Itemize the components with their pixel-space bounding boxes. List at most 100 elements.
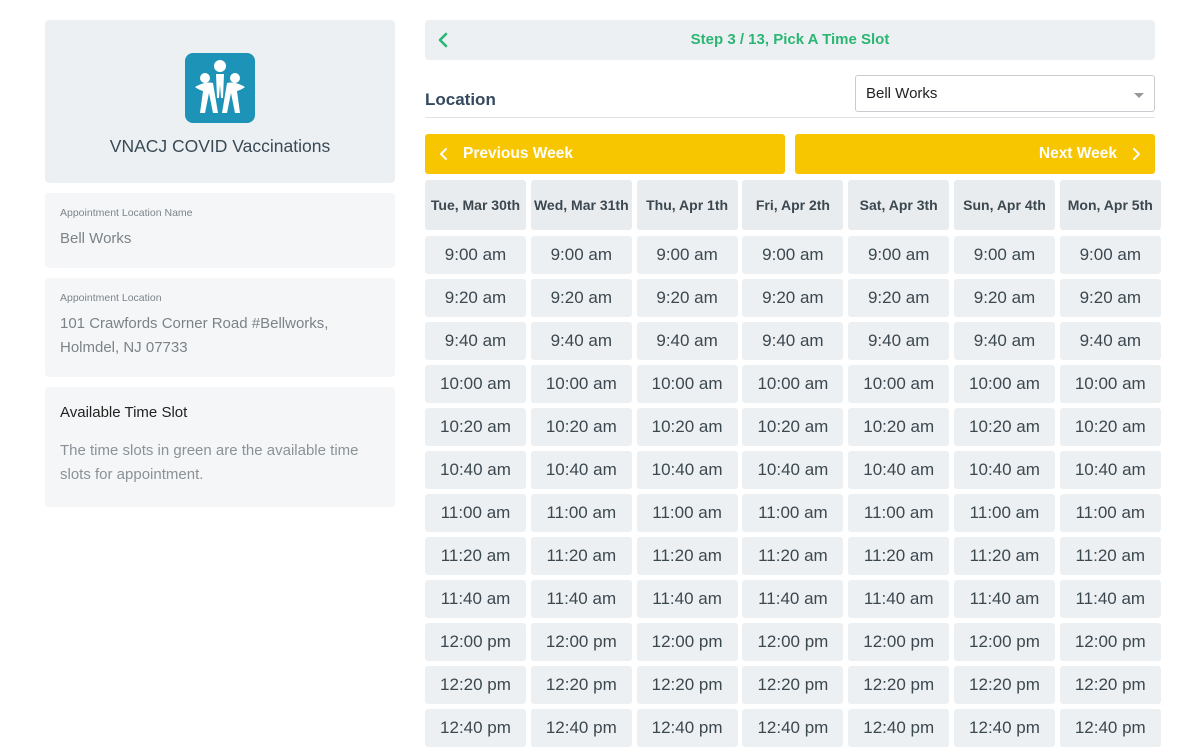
time-slot[interactable]: 10:00 am [530, 365, 632, 403]
time-slot[interactable]: 9:40 am [1059, 322, 1161, 360]
time-slot[interactable]: 12:00 pm [425, 623, 526, 661]
time-slot[interactable]: 10:40 am [953, 451, 1055, 489]
time-slot[interactable]: 9:20 am [953, 279, 1055, 317]
time-slot[interactable]: 10:00 am [1059, 365, 1161, 403]
time-slot[interactable]: 11:20 am [953, 537, 1055, 575]
time-slot[interactable]: 10:00 am [742, 365, 844, 403]
time-slot[interactable]: 11:40 am [425, 580, 526, 618]
time-slot[interactable]: 10:00 am [636, 365, 738, 403]
time-slot[interactable]: 10:00 am [848, 365, 950, 403]
time-slot[interactable]: 9:00 am [530, 236, 632, 274]
time-slot[interactable]: 10:20 am [953, 408, 1055, 446]
time-slot[interactable]: 12:20 pm [742, 666, 844, 704]
day-column: 9:00 am 9:20 am 9:40 am 10:00 am 10:20 am 10:… [636, 230, 738, 747]
time-slot[interactable]: 9:00 am [953, 236, 1055, 274]
time-slot[interactable]: 9:20 am [425, 279, 526, 317]
time-slot[interactable]: 12:40 pm [530, 709, 632, 747]
time-slot[interactable]: 11:00 am [530, 494, 632, 532]
time-slot[interactable]: 12:20 pm [530, 666, 632, 704]
time-slot[interactable]: 12:20 pm [425, 666, 526, 704]
time-slot[interactable]: 12:40 pm [953, 709, 1055, 747]
time-slot[interactable]: 10:20 am [742, 408, 844, 446]
time-slot[interactable]: 11:20 am [848, 537, 950, 575]
time-slot[interactable]: 11:20 am [530, 537, 632, 575]
time-slot[interactable]: 9:00 am [636, 236, 738, 274]
time-slot[interactable]: 12:00 pm [953, 623, 1055, 661]
time-slot[interactable]: 11:40 am [742, 580, 844, 618]
time-slot[interactable]: 12:00 pm [530, 623, 632, 661]
time-slot[interactable]: 11:20 am [742, 537, 844, 575]
time-slot[interactable]: 9:20 am [530, 279, 632, 317]
time-slot[interactable]: 9:00 am [1059, 236, 1161, 274]
time-slot[interactable]: 9:40 am [425, 322, 526, 360]
time-slot[interactable]: 11:40 am [1059, 580, 1161, 618]
address-line-1: 101 Crawfords Corner Road #Bellworks, [60, 315, 329, 332]
time-slot[interactable]: 10:20 am [425, 408, 526, 446]
time-slot[interactable]: 9:40 am [848, 322, 950, 360]
time-slot[interactable]: 11:20 am [425, 537, 526, 575]
time-slot[interactable]: 9:40 am [953, 322, 1055, 360]
time-slot[interactable]: 10:20 am [848, 408, 950, 446]
time-slot[interactable]: 12:00 pm [848, 623, 950, 661]
step-title: Step 3 / 13, Pick A Time Slot [690, 31, 890, 48]
time-slot[interactable]: 10:40 am [425, 451, 526, 489]
caret-down-icon [1134, 93, 1144, 98]
time-slot[interactable]: 11:00 am [742, 494, 844, 532]
time-slot[interactable]: 12:20 pm [953, 666, 1055, 704]
time-slot[interactable]: 9:40 am [530, 322, 632, 360]
time-slot-desc-line-2: slots for appointment. [60, 466, 204, 483]
time-slot[interactable]: 11:40 am [953, 580, 1055, 618]
time-slot[interactable]: 12:40 pm [848, 709, 950, 747]
time-slot[interactable]: 11:40 am [636, 580, 738, 618]
address-line-2: Holmdel, NJ 07733 [60, 339, 188, 356]
time-slot[interactable]: 12:40 pm [425, 709, 526, 747]
time-slot[interactable]: 10:00 am [425, 365, 526, 403]
time-slot[interactable]: 12:00 pm [636, 623, 738, 661]
time-slot[interactable]: 11:20 am [1059, 537, 1161, 575]
time-slot[interactable]: 10:40 am [848, 451, 950, 489]
time-slot[interactable]: 11:00 am [636, 494, 738, 532]
time-slot[interactable]: 9:20 am [848, 279, 950, 317]
time-slot[interactable]: 11:00 am [848, 494, 950, 532]
time-slot[interactable]: 10:40 am [1059, 451, 1161, 489]
time-slot[interactable]: 10:40 am [636, 451, 738, 489]
time-slot[interactable]: 12:00 pm [742, 623, 844, 661]
previous-week-button[interactable]: Previous Week [425, 134, 785, 174]
time-slot[interactable]: 11:00 am [1059, 494, 1161, 532]
location-name-card: Appointment Location Name Bell Works [45, 193, 395, 268]
time-slot[interactable]: 9:40 am [636, 322, 738, 360]
time-slot[interactable]: 10:00 am [953, 365, 1055, 403]
time-slot[interactable]: 10:20 am [1059, 408, 1161, 446]
scheduler: Step 3 / 13, Pick A Time Slot Location B… [425, 20, 1161, 747]
time-slot[interactable]: 12:00 pm [1059, 623, 1161, 661]
time-slot[interactable]: 9:00 am [425, 236, 526, 274]
day-header: Tue, Mar 30th [425, 180, 526, 230]
time-slot[interactable]: 11:00 am [425, 494, 526, 532]
time-slot[interactable]: 12:40 pm [1059, 709, 1161, 747]
time-slot[interactable]: 9:20 am [636, 279, 738, 317]
time-slot[interactable]: 11:20 am [636, 537, 738, 575]
location-select[interactable]: Bell Works [855, 75, 1155, 112]
next-week-label: Next Week [1038, 145, 1117, 162]
time-slot[interactable]: 9:40 am [742, 322, 844, 360]
family-logo-icon [185, 53, 255, 123]
time-slot[interactable]: 12:40 pm [742, 709, 844, 747]
time-slot[interactable]: 12:20 pm [1059, 666, 1161, 704]
time-slot[interactable]: 10:40 am [530, 451, 632, 489]
time-slot[interactable]: 12:20 pm [848, 666, 950, 704]
time-slot[interactable]: 11:00 am [953, 494, 1055, 532]
time-slot[interactable]: 10:20 am [636, 408, 738, 446]
time-slot[interactable]: 10:40 am [742, 451, 844, 489]
previous-week-label: Previous Week [463, 145, 573, 162]
day-header: Fri, Apr 2th [742, 180, 844, 230]
time-slot[interactable]: 9:20 am [742, 279, 844, 317]
time-slot[interactable]: 11:40 am [848, 580, 950, 618]
time-slot[interactable]: 9:20 am [1059, 279, 1161, 317]
next-week-button[interactable]: Next Week [795, 134, 1155, 174]
time-slot[interactable]: 9:00 am [742, 236, 844, 274]
time-slot[interactable]: 12:20 pm [636, 666, 738, 704]
time-slot[interactable]: 12:40 pm [636, 709, 738, 747]
time-slot[interactable]: 11:40 am [530, 580, 632, 618]
time-slot[interactable]: 10:20 am [530, 408, 632, 446]
time-slot[interactable]: 9:00 am [848, 236, 950, 274]
